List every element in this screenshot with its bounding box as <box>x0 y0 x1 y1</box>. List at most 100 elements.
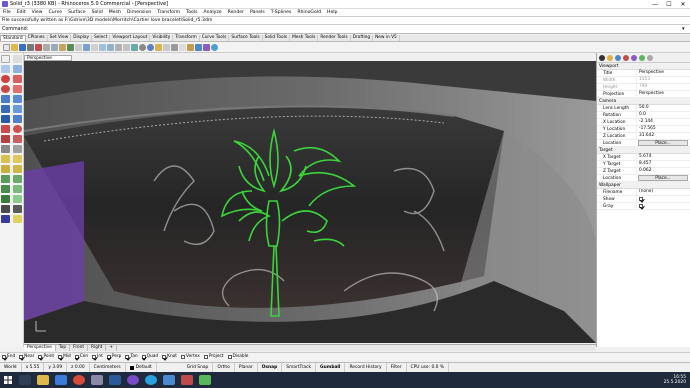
rotate-icon[interactable] <box>1 185 10 193</box>
loft-icon[interactable] <box>1 115 10 123</box>
tab-render-tools[interactable]: Render Tools <box>318 35 351 41</box>
menu-curve[interactable]: Curve <box>46 10 66 15</box>
layer-selector[interactable]: Default <box>126 362 157 373</box>
copy-object-icon[interactable] <box>13 175 22 183</box>
layers-tab-icon[interactable] <box>607 54 613 61</box>
print-icon[interactable] <box>27 43 34 51</box>
menu-solid[interactable]: Solid <box>89 10 106 15</box>
help-icon[interactable] <box>211 43 218 51</box>
circle-icon[interactable] <box>1 75 10 83</box>
wallpaper-gray-checkbox[interactable] <box>639 203 644 208</box>
array-icon[interactable] <box>13 195 22 203</box>
explorer-taskbar-icon[interactable] <box>37 375 49 385</box>
add-viewport-tab-button[interactable]: + <box>106 345 117 351</box>
rotate-view-icon[interactable] <box>83 43 90 51</box>
menu-view[interactable]: View <box>29 10 46 15</box>
filter-toggle[interactable]: Filter <box>387 362 407 373</box>
tab-transform[interactable]: Transform <box>173 35 200 41</box>
windows-start-button[interactable] <box>0 372 16 388</box>
display-tab-icon[interactable] <box>615 54 621 61</box>
perspective-viewport[interactable] <box>24 61 596 343</box>
zoom-icon[interactable] <box>91 43 98 51</box>
osnap-perp[interactable]: Perp <box>106 354 121 359</box>
scale-icon[interactable] <box>13 185 22 193</box>
tab-front[interactable]: Front <box>70 345 89 351</box>
save-icon[interactable] <box>19 43 26 51</box>
materials-tab-icon[interactable] <box>631 54 637 61</box>
tab-visibility[interactable]: Visibility <box>150 35 174 41</box>
menu-tools[interactable]: Tools <box>183 10 200 15</box>
osnap-vertex[interactable]: Vertex <box>181 354 200 359</box>
arc-icon[interactable] <box>13 75 22 83</box>
light-icon[interactable] <box>13 215 22 223</box>
polyline-icon[interactable] <box>1 65 10 73</box>
chevron-down-icon[interactable]: ▾ <box>682 26 688 32</box>
wallpaper-filename[interactable]: (none) <box>636 188 690 196</box>
analyze-icon[interactable] <box>13 205 22 213</box>
close-button[interactable]: ✕ <box>676 0 690 9</box>
osnap-checkbox[interactable] <box>141 354 146 359</box>
projection-select[interactable]: Perspective <box>636 90 690 98</box>
prop-value[interactable]: Perspective <box>636 69 690 77</box>
materials-icon[interactable] <box>203 43 210 51</box>
menu-mesh[interactable]: Mesh <box>106 10 124 15</box>
osnap-checkbox[interactable] <box>125 354 130 359</box>
smarttrack-toggle[interactable]: SmartTrack <box>282 362 317 373</box>
menu-file[interactable]: File <box>0 10 14 15</box>
osnap-int[interactable]: Int <box>92 354 103 359</box>
viber-taskbar-icon[interactable] <box>127 375 139 385</box>
osnap-checkbox[interactable] <box>92 354 97 359</box>
tab-cplanes[interactable]: CPlanes <box>26 35 48 41</box>
render-object-icon[interactable] <box>1 215 10 223</box>
osnap-mid[interactable]: Mid <box>58 354 71 359</box>
zoom-selected-icon[interactable] <box>115 43 122 51</box>
tab-perspective[interactable]: Perspective <box>24 345 56 351</box>
help-tab-icon[interactable] <box>647 54 653 61</box>
properties-icon[interactable] <box>163 43 170 51</box>
menu-help[interactable]: Help <box>324 10 340 15</box>
rhino-taskbar-icon[interactable] <box>91 375 103 385</box>
search-taskbar-icon[interactable] <box>19 375 31 385</box>
tab-new-in-v5[interactable]: New in V5 <box>373 35 400 41</box>
shaded-sphere-icon[interactable] <box>139 43 146 51</box>
render-icon[interactable] <box>195 43 202 51</box>
import-icon[interactable] <box>35 43 42 51</box>
command-input[interactable] <box>31 26 682 32</box>
osnap-checkbox[interactable] <box>162 354 167 359</box>
pan-icon[interactable] <box>75 43 82 51</box>
wallpaper-show-checkbox[interactable] <box>639 196 644 201</box>
split-icon[interactable] <box>13 155 22 163</box>
units-label[interactable]: Centimeters <box>90 362 126 373</box>
rectangle-icon[interactable] <box>13 85 22 93</box>
osnap-checkbox[interactable] <box>58 354 63 359</box>
explode-icon[interactable] <box>13 165 22 173</box>
tab-set-view[interactable]: Set View <box>48 35 72 41</box>
menu-transform[interactable]: Transform <box>154 10 183 15</box>
app-taskbar-icon[interactable] <box>181 375 193 385</box>
system-clock[interactable]: 16:55 25.5.2020 <box>664 375 690 385</box>
cplane-label[interactable]: World <box>0 362 22 373</box>
tab-solid-tools[interactable]: Solid Tools <box>263 35 291 41</box>
osnap-quad[interactable]: Quad <box>141 354 158 359</box>
select-icon[interactable] <box>1 55 10 63</box>
properties-tab-icon[interactable] <box>599 54 605 61</box>
osnap-toggle[interactable]: Osnap <box>258 362 283 373</box>
trim-icon[interactable] <box>1 155 10 163</box>
gumball-toggle[interactable]: Gumball <box>316 362 346 373</box>
skype-taskbar-icon[interactable] <box>145 375 157 385</box>
grid-snap-toggle[interactable]: Grid Snap <box>183 362 214 373</box>
menu-tsplines[interactable]: T-Splines <box>268 10 295 15</box>
osnap-checkbox[interactable] <box>74 354 79 359</box>
osnap-tan[interactable]: Tan <box>125 354 138 359</box>
layers-icon[interactable] <box>155 43 162 51</box>
prop-value[interactable]: 50.0 <box>636 104 690 112</box>
cylinder-icon[interactable] <box>1 135 10 143</box>
tab-select[interactable]: Select <box>92 35 111 41</box>
tab-viewport-layout[interactable]: Viewport Layout <box>110 35 151 41</box>
prop-value[interactable]: 5.674 <box>636 153 690 161</box>
osnap-checkbox[interactable] <box>106 354 111 359</box>
target-place-button[interactable]: Place... <box>638 175 688 181</box>
hide-icon[interactable] <box>179 43 186 51</box>
environment-tab-icon[interactable] <box>639 54 645 61</box>
ortho-toggle[interactable]: Ortho <box>213 362 235 373</box>
